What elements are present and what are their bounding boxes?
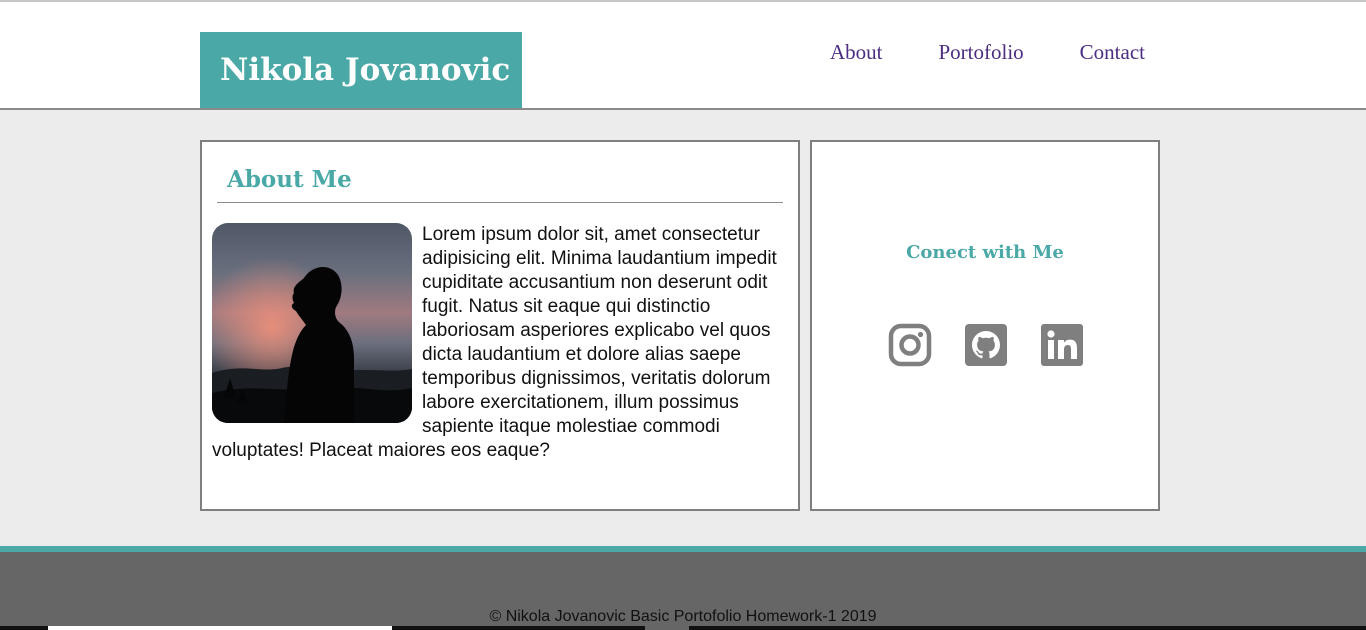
bottom-strip-segment: [645, 626, 689, 630]
github-icon[interactable]: [964, 323, 1008, 367]
nav-link-portofolio[interactable]: Portofolio: [939, 40, 1024, 65]
bottom-strip: [0, 626, 1366, 630]
bottom-strip-segment: [48, 626, 392, 630]
site-footer: © Nikola Jovanovic Basic Portofolio Home…: [0, 546, 1366, 630]
about-body: Lorem ipsum dolor sit, amet consectetur …: [212, 223, 788, 463]
profile-photo: [212, 223, 412, 423]
brand-logo[interactable]: Nikola Jovanovic: [200, 32, 522, 108]
nav-link-contact[interactable]: Contact: [1080, 40, 1145, 65]
copyright-text: © Nikola Jovanovic Basic Portofolio Home…: [489, 608, 877, 625]
about-title: About Me: [217, 166, 783, 203]
linkedin-icon[interactable]: [1040, 323, 1084, 367]
nav-link-about[interactable]: About: [830, 40, 883, 65]
main-nav: About Portofolio Contact: [830, 40, 1145, 65]
profile-silhouette-image: [212, 223, 412, 423]
site-header: Nikola Jovanovic About Portofolio Contac…: [0, 2, 1366, 110]
connect-card: Conect with Me: [810, 140, 1160, 511]
instagram-icon[interactable]: [888, 323, 932, 367]
social-links: [888, 323, 1084, 367]
connect-title: Conect with Me: [906, 242, 1064, 263]
about-card: About Me Lorem ipsum dolor sit, amet con…: [200, 140, 800, 511]
